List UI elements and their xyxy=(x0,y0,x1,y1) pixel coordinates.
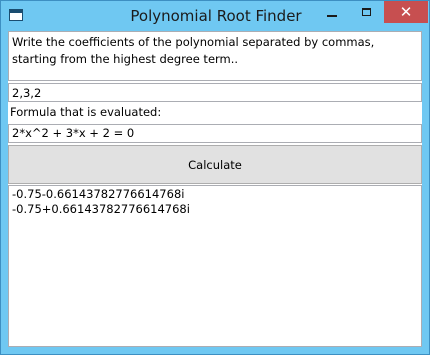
formula-label: Formula that is evaluated: xyxy=(10,105,162,119)
formula-display: 2*x^2 + 3*x + 2 = 0 xyxy=(8,124,422,143)
close-icon: ✕ xyxy=(399,3,413,21)
client-area: Write the coefficients of the polynomial… xyxy=(8,31,422,347)
maximize-button[interactable] xyxy=(353,1,379,23)
maximize-icon xyxy=(361,8,371,16)
minimize-button[interactable] xyxy=(319,1,345,23)
minimize-icon xyxy=(327,15,337,17)
result-root-2: -0.75+0.66143782776614768i xyxy=(12,202,190,216)
results-box[interactable]: -0.75-0.66143782776614768i -0.75+0.66143… xyxy=(8,185,422,347)
coefficients-input[interactable] xyxy=(8,83,422,102)
calculate-button[interactable]: Calculate xyxy=(8,145,422,184)
app-window: Polynomial Root Finder ✕ Write the coeff… xyxy=(0,0,430,355)
window-title: Polynomial Root Finder xyxy=(130,7,302,25)
app-window-icon[interactable] xyxy=(9,9,23,21)
instruction-text: Write the coefficients of the polynomial… xyxy=(8,31,422,81)
result-root-1: -0.75-0.66143782776614768i xyxy=(12,187,185,201)
title-bar[interactable]: Polynomial Root Finder ✕ xyxy=(1,1,429,31)
close-button[interactable]: ✕ xyxy=(384,1,428,23)
